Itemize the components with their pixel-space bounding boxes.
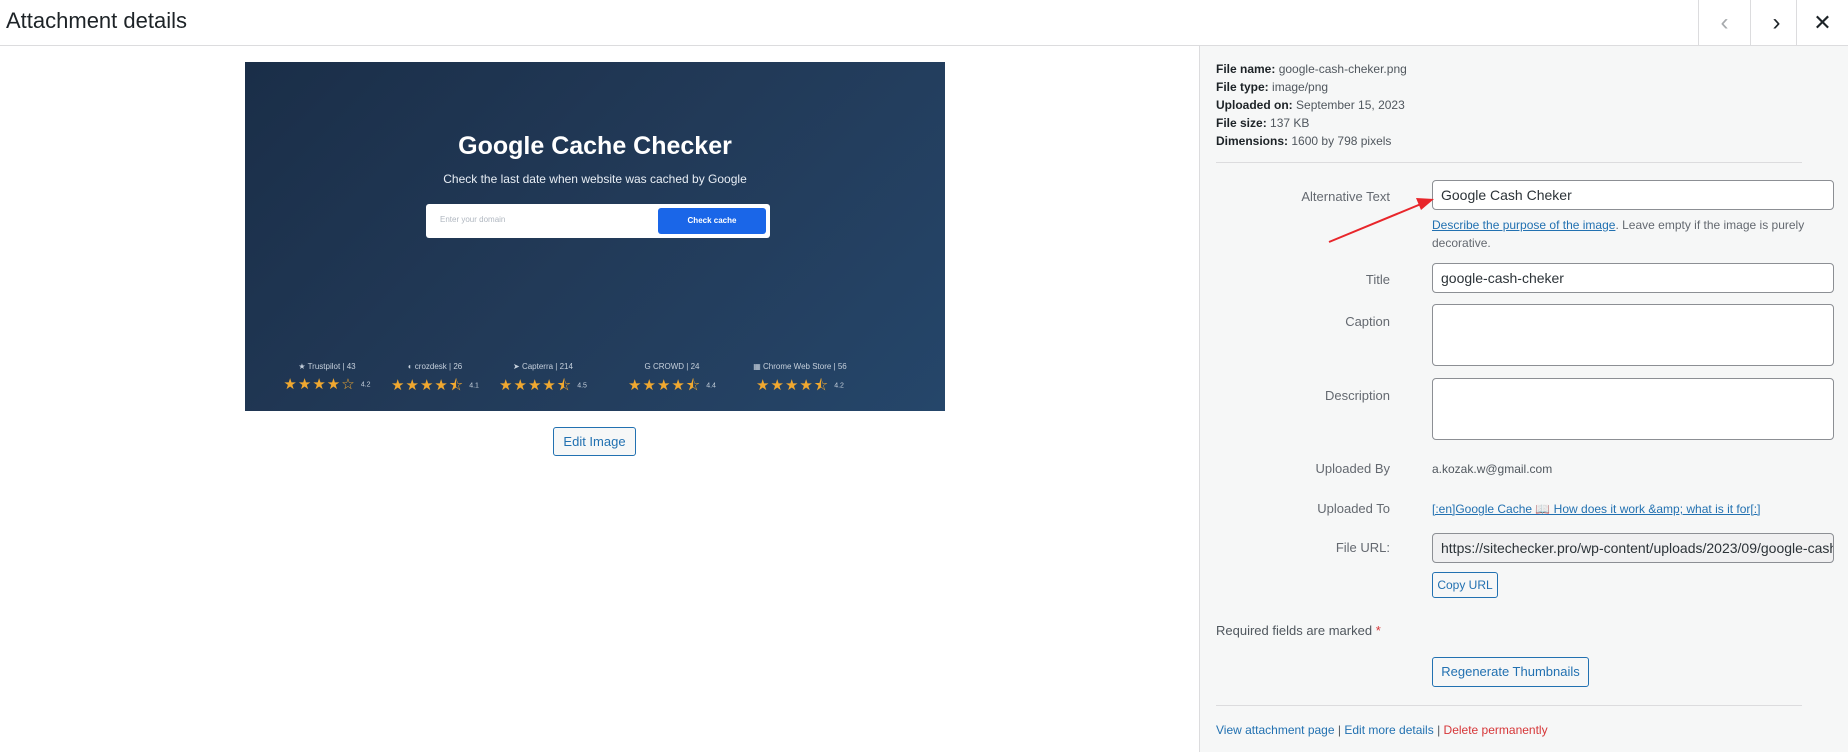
close-button[interactable]: ✕	[1796, 0, 1848, 45]
chevron-left-icon: ‹	[1720, 8, 1729, 36]
attachment-actions: View attachment page | Edit more details…	[1216, 723, 1548, 737]
uploaded-by-label: Uploaded By	[1315, 461, 1390, 476]
image-search-form: Enter your domain Check cache	[426, 204, 770, 238]
uploaded-by-value: a.kozak.w@gmail.com	[1432, 462, 1553, 476]
title-label: Title	[1365, 272, 1390, 287]
uploaded-to-link[interactable]: [:en]Google Cache 📖 How does it work &am…	[1432, 502, 1760, 516]
rating-score: 4.1	[469, 382, 479, 390]
file-url-label: File URL:	[1335, 540, 1390, 555]
description-textarea[interactable]	[1432, 378, 1834, 440]
rating-brand: G CROWD	[644, 362, 685, 371]
required-fields-note: Required fields are marked *	[1216, 623, 1381, 638]
rating-brand: ◐ crozdesk	[407, 362, 447, 371]
rating-stars: ★★★★⯪	[499, 377, 573, 394]
rating-capterra: ➤ Capterra | 214 ★★★★⯪ 4.5	[499, 362, 587, 394]
uploaded-to-label: Uploaded To	[1317, 501, 1390, 516]
rating-crozdesk: ◐ crozdesk | 26 ★★★★⯪ 4.1	[391, 362, 479, 394]
rating-trustpilot: ★ Trustpilot | 43 ★★★★☆ 4.2	[283, 362, 371, 393]
attachment-details-sidebar: File name: google-cash-cheker.png File t…	[1199, 46, 1848, 752]
file-size-row: File size: 137 KB	[1216, 116, 1310, 130]
edit-image-button[interactable]: Edit Image	[553, 427, 636, 456]
close-icon: ✕	[1813, 9, 1832, 35]
image-check-button: Check cache	[658, 208, 766, 234]
image-input-placeholder: Enter your domain	[440, 215, 506, 224]
previous-button[interactable]: ‹	[1698, 0, 1750, 45]
alt-text-help: Describe the purpose of the image. Leave…	[1432, 218, 1805, 250]
delete-permanently-link[interactable]: Delete permanently	[1444, 723, 1548, 737]
rating-stars: ★★★★⯪	[756, 377, 830, 394]
divider	[1216, 162, 1802, 163]
rating-count: 24	[690, 362, 700, 371]
regenerate-thumbnails-button[interactable]: Regenerate Thumbnails	[1432, 657, 1589, 687]
image-preview-pane: Google Cache Checker Check the last date…	[0, 46, 1199, 752]
title-field[interactable]: google-cash-cheker	[1432, 263, 1834, 293]
rating-count: 214	[559, 362, 573, 371]
required-star: *	[1375, 623, 1381, 638]
image-subtitle: Check the last date when website was cac…	[443, 172, 747, 186]
file-type-value: image/png	[1272, 80, 1329, 94]
divider	[1216, 705, 1802, 706]
uploaded-on-value: September 15, 2023	[1296, 98, 1405, 112]
image-headline: Google Cache Checker	[458, 132, 732, 160]
rating-score: 4.5	[577, 382, 587, 390]
rating-stars: ★★★★⯪	[391, 377, 465, 394]
rating-stars: ★★★★⯪	[628, 377, 702, 394]
rating-score: 4.2	[360, 381, 371, 389]
rating-count: 26	[453, 362, 463, 371]
rating-brand: ▦ Chrome Web Store	[753, 362, 832, 371]
alt-text-label: Alternative Text	[1301, 189, 1390, 204]
rating-brand: ★ Trustpilot	[298, 362, 341, 371]
file-name-row: File name: google-cash-cheker.png	[1216, 62, 1407, 76]
view-attachment-page-link[interactable]: View attachment page	[1216, 723, 1335, 737]
alt-text-field[interactable]: Google Cash Cheker	[1432, 180, 1834, 210]
file-type-row: File type: image/png	[1216, 80, 1329, 94]
alt-text-help-link[interactable]: Describe the purpose of the image	[1432, 218, 1615, 232]
description-label: Description	[1324, 388, 1390, 403]
rating-brand: ➤ Capterra	[513, 362, 554, 371]
rating-score: 4.2	[834, 382, 844, 390]
uploaded-on-row: Uploaded on: September 15, 2023	[1216, 98, 1405, 112]
page-title: Attachment details	[6, 8, 187, 33]
edit-more-details-link[interactable]: Edit more details	[1344, 723, 1433, 737]
file-size-value: 137 KB	[1270, 116, 1310, 130]
rating-score: 4.4	[706, 382, 716, 390]
file-name-value: google-cash-cheker.png	[1278, 62, 1407, 76]
chevron-right-icon: ›	[1772, 8, 1781, 36]
caption-textarea[interactable]	[1432, 304, 1834, 366]
dimensions-value: 1600 by 798 pixels	[1291, 134, 1392, 148]
file-url-field[interactable]: https://sitechecker.pro/wp-content/uploa…	[1432, 533, 1834, 563]
next-button[interactable]: ›	[1750, 0, 1802, 45]
file-info: File name: google-cash-cheker.png File t…	[1216, 60, 1407, 150]
dimensions-row: Dimensions: 1600 by 798 pixels	[1216, 134, 1392, 148]
rating-count: 43	[346, 362, 356, 371]
modal-header: Attachment details ‹ › ✕	[0, 0, 1848, 46]
copy-url-button[interactable]: Copy URL	[1432, 572, 1498, 598]
rating-crowd: G CROWD | 24 ★★★★⯪ 4.4	[628, 362, 716, 394]
rating-chrome-web-store: ▦ Chrome Web Store | 56 ★★★★⯪ 4.2	[753, 362, 847, 394]
rating-count: 56	[837, 362, 847, 371]
caption-label: Caption	[1345, 314, 1390, 329]
attachment-image: Google Cache Checker Check the last date…	[245, 62, 945, 411]
rating-stars: ★★★★☆	[283, 376, 356, 393]
